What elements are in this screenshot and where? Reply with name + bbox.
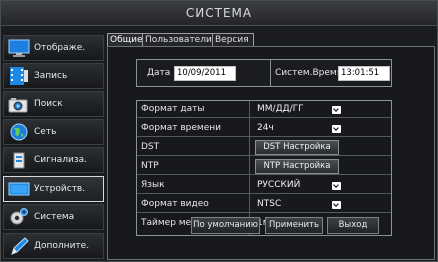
sidebar-item-label: Поиск xyxy=(34,99,63,109)
window-title: СИСТЕМА xyxy=(1,1,437,26)
tab-users[interactable]: Пользователи xyxy=(142,33,213,47)
dst-settings-button[interactable]: DST Настройка xyxy=(255,140,339,155)
language-value: РУССКИЙ xyxy=(257,180,301,190)
apply-button[interactable]: Применить xyxy=(265,217,323,234)
tab-version[interactable]: Версия xyxy=(212,33,254,47)
sidebar-item-alarm[interactable]: Сигнализа. xyxy=(3,147,104,173)
sidebar-item-record[interactable]: Запись xyxy=(3,63,104,89)
dst-label: DST xyxy=(141,142,160,152)
divider xyxy=(270,60,271,86)
settings-table: Формат даты ММ/ДД/ГГ Формат времени 24ч … xyxy=(136,100,392,236)
chevron-down-icon[interactable] xyxy=(332,182,341,190)
chevron-down-icon[interactable] xyxy=(332,125,341,133)
date-format-value: ММ/ДД/ГГ xyxy=(257,104,304,114)
row-video-format: Формат видео NTSC xyxy=(137,196,391,213)
sidebar-item-label: Система xyxy=(34,212,75,222)
row-ntp: NTP NTP Настройка xyxy=(137,158,391,175)
tab-general[interactable]: Общие xyxy=(107,33,143,47)
alarm-icon xyxy=(13,152,25,169)
video-format-select[interactable]: NTSC xyxy=(257,197,341,211)
globe-icon xyxy=(10,123,28,141)
sidebar-item-label: Сигнализа. xyxy=(34,155,88,165)
exit-button[interactable]: Выход xyxy=(327,217,379,234)
dvr-window: СИСТЕМА Отображе. Запись Поиск Сеть Сигн… xyxy=(0,0,438,262)
video-format-label: Формат видео xyxy=(141,199,209,209)
sidebar-item-system[interactable]: Система xyxy=(3,204,104,230)
sidebar-item-label: Сеть xyxy=(34,127,57,137)
video-format-value: NTSC xyxy=(257,199,282,209)
pen-icon xyxy=(11,237,29,255)
ntp-settings-button[interactable]: NTP Настройка xyxy=(255,159,339,174)
chevron-down-icon[interactable] xyxy=(332,201,341,209)
date-format-select[interactable]: ММ/ДД/ГГ xyxy=(257,102,341,116)
default-button[interactable]: По умолчанию xyxy=(191,217,260,234)
device-icon xyxy=(8,182,30,196)
row-language: Язык РУССКИЙ xyxy=(137,177,391,194)
system-time-label: Систем.Время xyxy=(275,68,343,78)
sidebar-item-label: Устройств. xyxy=(34,184,86,194)
gear-icon xyxy=(10,208,28,225)
sidebar-item-advanced[interactable]: Дополните. xyxy=(3,233,104,259)
row-date-format: Формат даты ММ/ДД/ГГ xyxy=(137,101,391,118)
row-dst: DST DST Настройка xyxy=(137,139,391,156)
sidebar-item-device[interactable]: Устройств. xyxy=(3,176,104,202)
sidebar-item-display[interactable]: Отображе. xyxy=(3,35,104,61)
film-icon xyxy=(10,67,28,85)
ntp-label: NTP xyxy=(141,161,159,171)
row-time-format: Формат времени 24ч xyxy=(137,120,391,137)
date-format-label: Формат даты xyxy=(141,104,205,114)
sidebar-item-search[interactable]: Поиск xyxy=(3,91,104,117)
time-field[interactable]: 13:01:51 xyxy=(338,66,390,81)
chevron-down-icon[interactable] xyxy=(332,106,341,114)
language-select[interactable]: РУССКИЙ xyxy=(257,178,341,192)
time-format-select[interactable]: 24ч xyxy=(257,121,341,135)
date-label: Дата xyxy=(147,68,171,78)
camera-icon xyxy=(8,98,28,113)
sidebar-item-label: Дополните. xyxy=(34,241,90,251)
time-format-value: 24ч xyxy=(257,123,274,133)
sidebar-item-label: Отображе. xyxy=(34,43,86,53)
time-format-label: Формат времени xyxy=(141,123,221,133)
sidebar-item-network[interactable]: Сеть xyxy=(3,119,104,145)
sidebar-item-label: Запись xyxy=(34,71,68,81)
monitor-icon xyxy=(8,39,30,57)
date-field[interactable]: 10/09/2011 xyxy=(174,66,236,81)
datetime-box: Дата 10/09/2011 Систем.Время 13:01:51 xyxy=(136,59,392,87)
language-label: Язык xyxy=(141,180,165,190)
